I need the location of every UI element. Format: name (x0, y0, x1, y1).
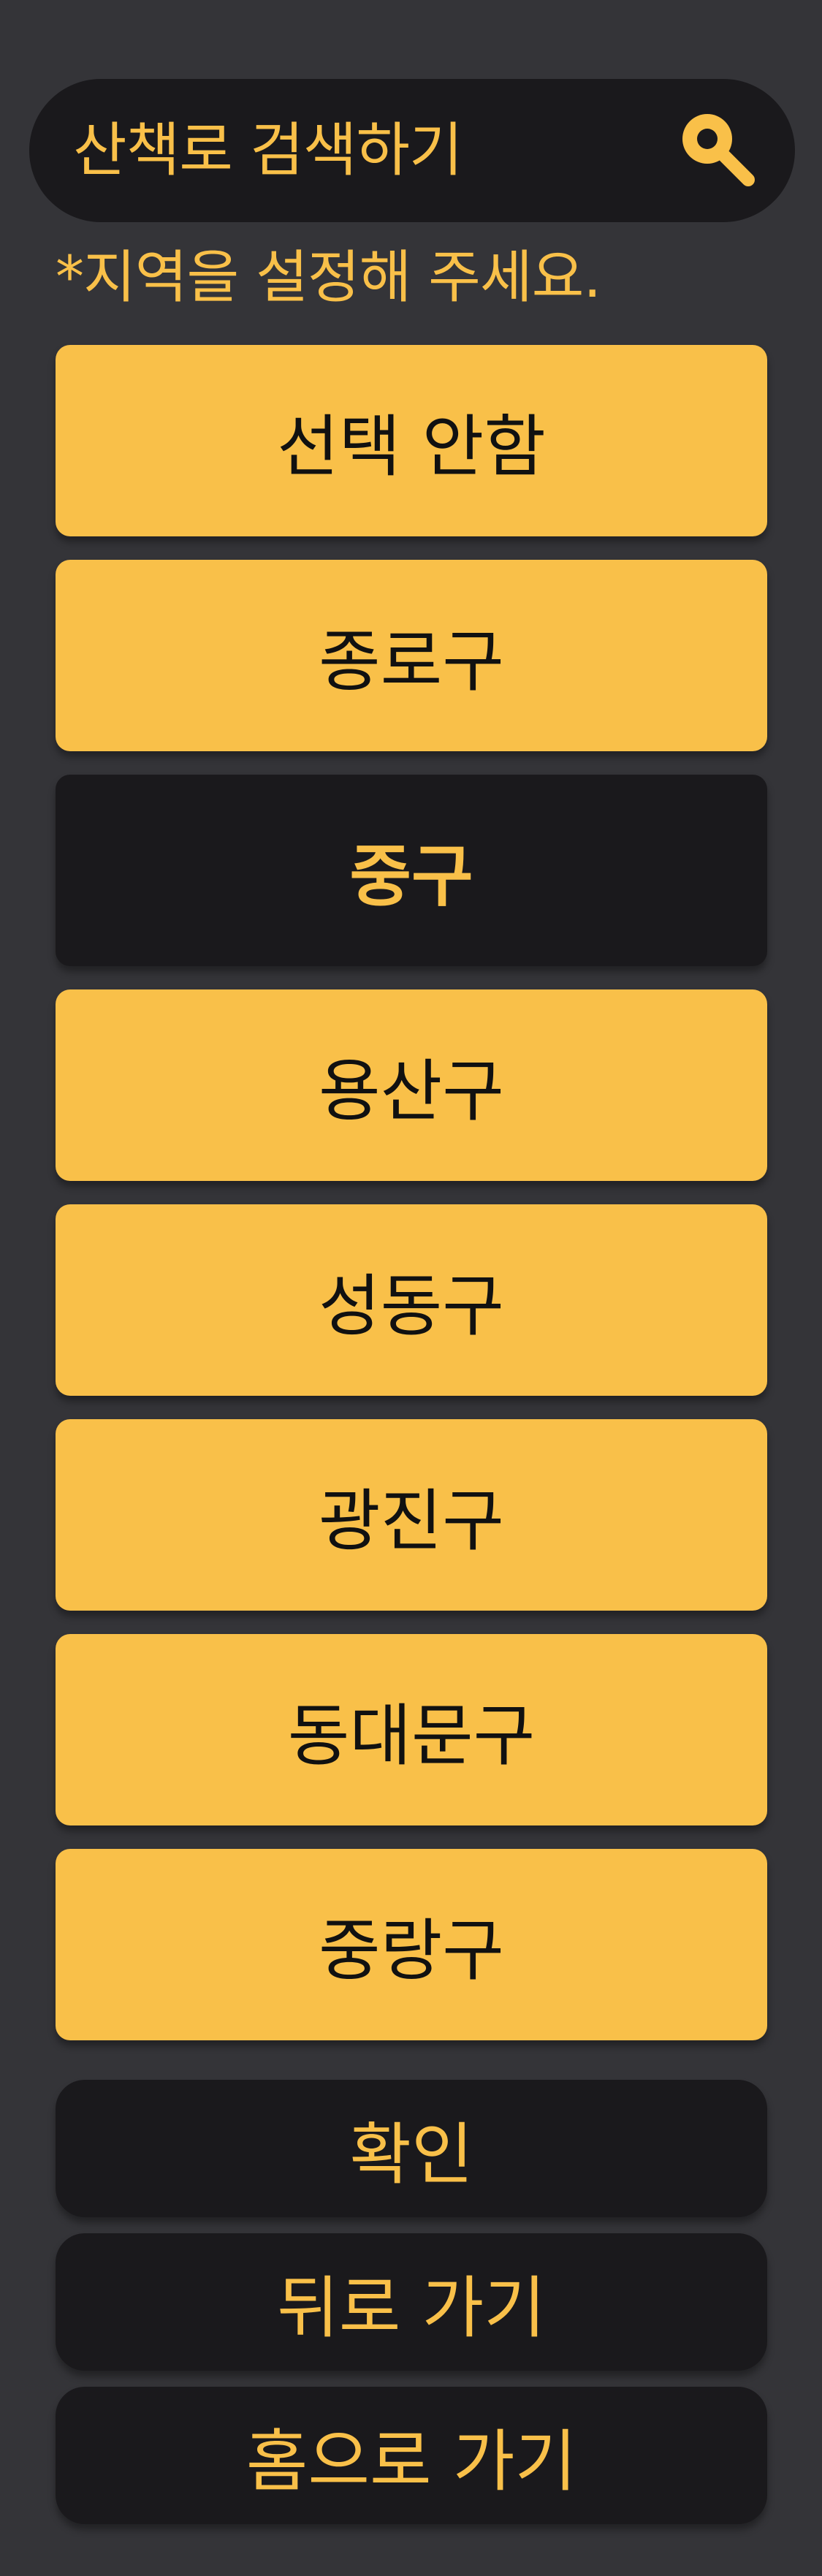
district-option-dongdaemun[interactable]: 동대문구 (56, 1634, 767, 1825)
district-option-gwangjin[interactable]: 광진구 (56, 1419, 767, 1611)
district-option-seongdong[interactable]: 성동구 (56, 1204, 767, 1396)
search-bar[interactable]: 산책로 검색하기 (29, 79, 795, 222)
region-hint-text: *지역을 설정해 주세요. (56, 245, 601, 311)
district-option-jungnang[interactable]: 중랑구 (56, 1849, 767, 2040)
district-option-yongsan[interactable]: 용산구 (56, 989, 767, 1181)
district-option-none[interactable]: 선택 안함 (56, 345, 767, 536)
district-option-jung[interactable]: 중구 (56, 775, 767, 966)
home-button[interactable]: 홈으로 가기 (56, 2387, 767, 2524)
search-input[interactable]: 산책로 검색하기 (73, 79, 463, 222)
search-icon[interactable] (678, 110, 758, 190)
district-option-jongno[interactable]: 종로구 (56, 560, 767, 751)
confirm-button[interactable]: 확인 (56, 2080, 767, 2217)
back-button[interactable]: 뒤로 가기 (56, 2233, 767, 2371)
